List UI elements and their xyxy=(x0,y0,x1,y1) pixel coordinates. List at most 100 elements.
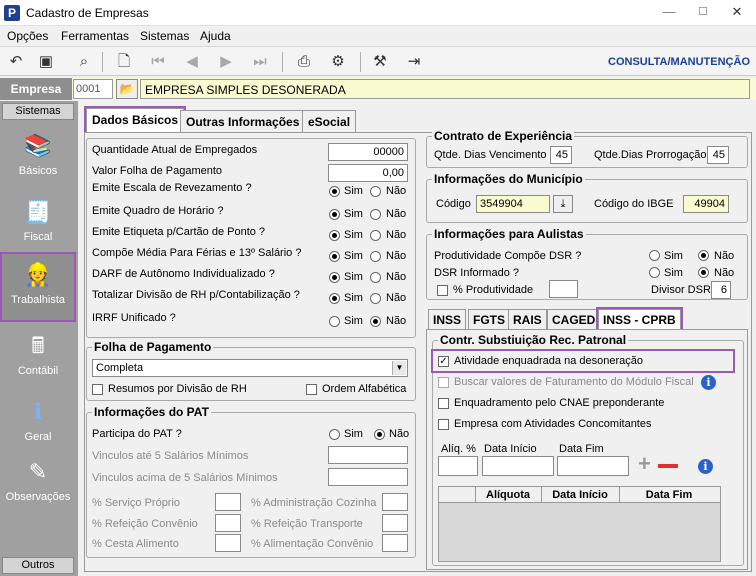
vinculos-ate5-input[interactable] xyxy=(328,446,408,464)
undo-icon[interactable]: ↶ xyxy=(4,50,28,74)
sidebar-header[interactable]: Sistemas xyxy=(2,103,74,120)
produtividade-dsr-sim-radio[interactable] xyxy=(649,250,660,261)
media-ferias-nao-radio[interactable] xyxy=(370,251,381,262)
participa-pat-sim-radio[interactable] xyxy=(329,429,340,440)
search-icon[interactable]: ⌕ xyxy=(72,50,96,74)
preview-icon[interactable]: 🗋 xyxy=(112,50,136,74)
subtab-rais[interactable]: RAIS xyxy=(508,309,547,329)
dsr-informado-sim-radio[interactable] xyxy=(649,267,660,278)
menu-ferramentas[interactable]: Ferramentas xyxy=(61,29,129,43)
quadro-horario-sim-radio[interactable] xyxy=(329,209,340,220)
quantidade-empregados-input[interactable]: 00000 xyxy=(328,143,408,161)
folder-open-icon[interactable]: 📂 xyxy=(116,79,138,99)
sidebar-item-fiscal[interactable]: 🧾 Fiscal xyxy=(2,191,74,255)
download-arrow-icon[interactable]: ⤓ xyxy=(553,195,573,213)
sidebar-footer[interactable]: Outros xyxy=(2,557,74,574)
vinculos-acima5-input[interactable] xyxy=(328,468,408,486)
cesta-alimento-input[interactable] xyxy=(215,534,241,552)
data-fim-input[interactable] xyxy=(557,456,629,476)
close-button[interactable]: ✕ xyxy=(722,2,752,22)
next-record-icon[interactable]: ▶ xyxy=(214,50,238,74)
darf-autonomo-sim-radio[interactable] xyxy=(329,272,340,283)
menu-ajuda[interactable]: Ajuda xyxy=(200,29,231,43)
sidebar-item-basicos[interactable]: 📚 Básicos xyxy=(2,125,74,189)
chevron-down-icon[interactable]: ▼ xyxy=(392,361,406,375)
data-inicio-input[interactable] xyxy=(482,456,554,476)
info-icon[interactable]: i xyxy=(701,375,716,390)
info-icon[interactable]: i xyxy=(698,459,713,474)
dias-prorrogacao-input[interactable]: 45 xyxy=(707,146,729,164)
aliquota-grid[interactable]: Alíquota Data Início Data Fim xyxy=(438,486,721,562)
refeicao-convenio-input[interactable] xyxy=(215,514,241,532)
valor-folha-input[interactable]: 0,00 xyxy=(328,164,408,182)
quadro-horario-nao-radio[interactable] xyxy=(370,209,381,220)
irrf-unificado-nao-radio[interactable] xyxy=(370,316,381,327)
exit-icon[interactable]: ⇥ xyxy=(402,50,426,74)
config-icon[interactable]: ⚙ xyxy=(326,50,350,74)
etiqueta-cartao-ponto-nao-radio[interactable] xyxy=(370,230,381,241)
escala-revezamento-nao-radio[interactable] xyxy=(370,186,381,197)
print-icon[interactable]: ⎙ xyxy=(292,50,316,74)
etiqueta-cartao-ponto-sim-radio[interactable] xyxy=(329,230,340,241)
cnae-preponderante-checkbox[interactable] xyxy=(438,398,449,409)
darf-autonomo-nao-radio[interactable] xyxy=(370,272,381,283)
produtividade-pct-input[interactable] xyxy=(549,280,578,298)
sidebar-item-contabil[interactable]: 🖩 Contábil xyxy=(2,325,74,389)
atividades-concomitantes-checkbox[interactable] xyxy=(438,419,449,430)
first-record-icon[interactable]: ⏮ xyxy=(146,50,170,74)
column-header-data-fim[interactable]: Data Fim xyxy=(619,489,719,501)
totalizar-divisao-rh-nao-radio[interactable] xyxy=(370,293,381,304)
ordem-alfabetica-checkbox[interactable] xyxy=(306,384,317,395)
remove-icon[interactable] xyxy=(658,464,678,468)
totalizar-divisao-rh-sim-radio[interactable] xyxy=(329,293,340,304)
produtividade-dsr-nao-radio[interactable] xyxy=(698,250,709,261)
subtab-inss-cprb[interactable]: INSS - CPRB xyxy=(596,307,683,331)
produtividade-pct-checkbox[interactable] xyxy=(437,285,448,296)
sidebar-item-observacoes[interactable]: ✎ Observações xyxy=(2,451,74,515)
title-bar: P Cadastro de Empresas — ☐ ✕ xyxy=(0,0,756,26)
add-icon[interactable]: + xyxy=(638,453,651,475)
maximize-button[interactable]: ☐ xyxy=(688,2,718,22)
sidebar-item-label: Básicos xyxy=(18,165,58,177)
escala-revezamento-sim-radio[interactable] xyxy=(329,186,340,197)
divisor-dsr-input[interactable]: 6 xyxy=(711,281,731,299)
media-ferias-sim-radio[interactable] xyxy=(329,251,340,262)
pat-title: Informações do PAT xyxy=(92,405,211,419)
minimize-button[interactable]: — xyxy=(654,2,684,22)
previous-record-icon[interactable]: ◀ xyxy=(180,50,204,74)
sidebar-item-geral[interactable]: ℹ Geral xyxy=(2,391,74,455)
info-icon: ℹ xyxy=(33,399,43,424)
folha-pagamento-select[interactable]: Completa ▼ xyxy=(92,359,408,377)
refeicao-transporte-input[interactable] xyxy=(382,514,408,532)
administracao-cozinha-input[interactable] xyxy=(382,493,408,511)
codigo-ibge-input[interactable]: 49904 xyxy=(683,195,729,213)
sidebar-item-trabalhista[interactable]: 👷 Trabalhista xyxy=(0,252,76,322)
last-record-icon[interactable]: ⏭ xyxy=(248,50,272,74)
buscar-faturamento-checkbox[interactable] xyxy=(438,377,449,388)
save-icon[interactable]: ▣ xyxy=(34,50,58,74)
vinculos-acima5-label: Vinculos acima de 5 Salários Mínimos xyxy=(92,472,278,484)
empresa-code-input[interactable]: 0001 xyxy=(73,79,113,99)
participa-pat-nao-radio[interactable] xyxy=(374,429,385,440)
column-header-data-inicio[interactable]: Data Início xyxy=(541,489,619,501)
tab-esocial[interactable]: eSocial xyxy=(302,110,357,132)
irrf-unificado-sim-radio[interactable] xyxy=(329,316,340,327)
codigo-municipio-input[interactable]: 3549904 xyxy=(476,195,550,213)
tools-icon[interactable]: ⚒ xyxy=(368,50,392,74)
atividade-enquadrada-checkbox[interactable]: ✓ xyxy=(438,356,449,367)
subtab-inss[interactable]: INSS xyxy=(428,309,467,329)
cesta-alimento-label: % Cesta Alimento xyxy=(92,538,179,550)
subtab-fgts[interactable]: FGTS xyxy=(468,309,510,329)
menu-sistemas[interactable]: Sistemas xyxy=(140,29,189,43)
servico-proprio-input[interactable] xyxy=(215,493,241,511)
dias-vencimento-input[interactable]: 45 xyxy=(550,146,572,164)
dsr-informado-nao-radio[interactable] xyxy=(698,267,709,278)
menu-opcoes[interactable]: Opções xyxy=(7,29,48,43)
column-header-aliquota[interactable]: Alíquota xyxy=(475,489,541,501)
tab-outras-informacoes[interactable]: Outras Informações xyxy=(180,110,306,132)
aliquota-input[interactable] xyxy=(438,456,478,476)
tab-dados-basicos[interactable]: Dados Básicos xyxy=(83,106,187,134)
alimentacao-convenio-input[interactable] xyxy=(382,534,408,552)
resumos-divisao-checkbox[interactable] xyxy=(92,384,103,395)
subtab-caged[interactable]: CAGED xyxy=(547,309,601,329)
